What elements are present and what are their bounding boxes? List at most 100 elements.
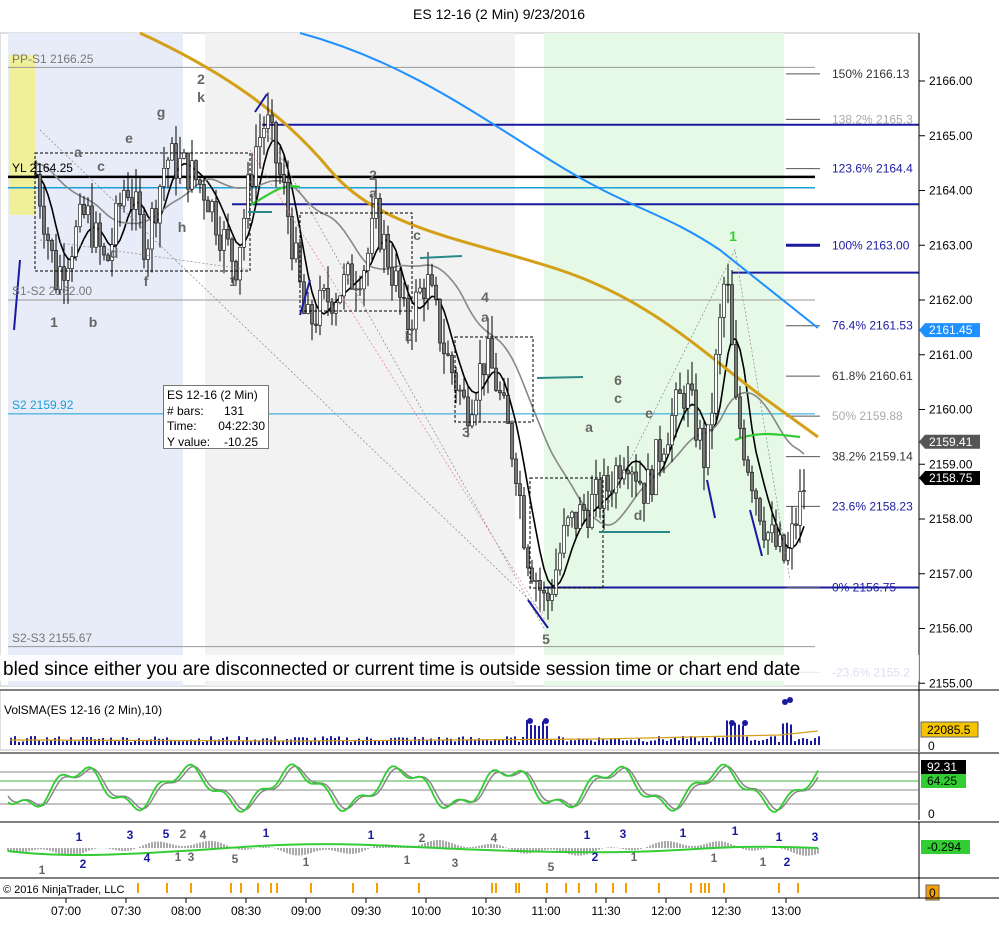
- volume-bar: [534, 725, 536, 745]
- candle-body: [638, 480, 642, 484]
- candle-body: [78, 203, 82, 228]
- candle-body: [418, 287, 422, 293]
- candle-body: [758, 498, 762, 522]
- candle-body: [482, 363, 486, 376]
- event-marker: [376, 883, 378, 893]
- time-tick-label: 08:00: [171, 904, 201, 918]
- oscillator-label: 1: [776, 830, 783, 844]
- volume-bar: [710, 741, 712, 745]
- candle-body: [738, 396, 742, 429]
- candle-body: [422, 287, 426, 300]
- stoch-zero-label: 0: [928, 807, 935, 821]
- volume-bar: [602, 739, 604, 745]
- candle-body: [718, 317, 722, 355]
- event-marker: [495, 883, 497, 893]
- volume-bar: [26, 738, 28, 745]
- volume-bar: [202, 741, 204, 745]
- volume-bar: [222, 738, 224, 745]
- volume-bar: [538, 725, 540, 745]
- volume-bar: [586, 739, 588, 745]
- candle-body: [362, 270, 366, 290]
- volume-bar: [66, 740, 68, 745]
- time-tick-label: 12:00: [651, 904, 681, 918]
- event-marker: [690, 883, 692, 893]
- oscillator-label: 3: [812, 830, 819, 844]
- oscillator-label: 3: [452, 856, 459, 870]
- volume-bar: [262, 738, 264, 745]
- event-marker: [658, 883, 660, 893]
- candle-body: [510, 423, 514, 460]
- candle-body: [342, 274, 346, 297]
- oscillator-label: 5: [163, 827, 170, 841]
- oscillator-label: 4: [491, 831, 498, 845]
- oscillator-label: 1: [368, 828, 375, 842]
- candle-body: [474, 399, 478, 416]
- volume-bar: [702, 737, 704, 745]
- volume-bar: [110, 737, 112, 745]
- candle-body: [46, 233, 50, 241]
- info-bars-value: 131: [224, 403, 245, 418]
- oscillator-wave-labels: 1 3 5 2 4 1 1 2 4 1 3 1 1 1 32 4 1 3 5 1 1 3 52 1 1 1 21: [39, 824, 819, 877]
- bottom-indicator-panel: © 2016 NinjaTrader, LLC 0: [0, 877, 999, 901]
- candle-body: [254, 146, 258, 187]
- candle-body: [614, 465, 618, 494]
- event-marker: [310, 883, 312, 893]
- info-time-value: 04:22:30: [218, 419, 265, 433]
- candle-body: [790, 523, 794, 549]
- volume-bar: [326, 738, 328, 745]
- candle-body: [398, 270, 402, 298]
- volume-bar: [802, 738, 804, 745]
- wave-label: d: [110, 245, 119, 261]
- volume-bar: [22, 741, 24, 745]
- candle-body: [626, 469, 630, 475]
- volume-bar: [50, 740, 52, 745]
- candle-body: [186, 152, 190, 190]
- oscillator-label: 1: [175, 850, 182, 864]
- volume-bar: [462, 736, 464, 745]
- oscillator-label: 1: [760, 855, 767, 869]
- candle-body: [770, 524, 774, 534]
- candle-body: [662, 453, 666, 462]
- candle-body: [70, 256, 74, 269]
- volume-bar: [290, 739, 292, 745]
- event-marker: [778, 883, 780, 893]
- volume-bar: [178, 741, 180, 745]
- volume-bar: [674, 737, 676, 745]
- wave-label: b: [89, 314, 98, 330]
- volume-bar: [638, 738, 640, 745]
- info-instrument: ES 12-16 (2 Min): [167, 388, 258, 402]
- info-y-label: Y value:: [167, 434, 211, 449]
- volume-spike-dot: [543, 718, 549, 724]
- candle-body: [126, 190, 130, 198]
- volume-panel-label: VolSMA(ES 12-16 (2 Min),10): [4, 703, 162, 717]
- wave-label: 2: [197, 71, 205, 87]
- volume-bar: [470, 737, 472, 745]
- event-marker: [625, 883, 627, 893]
- volume-bar: [458, 737, 460, 745]
- candle-body: [462, 389, 466, 398]
- volume-bar: [518, 741, 520, 745]
- candle-body: [766, 532, 770, 541]
- volume-bar: [370, 738, 372, 745]
- volume-bar: [794, 741, 796, 745]
- candle-body: [102, 245, 106, 256]
- candle-body: [354, 288, 358, 291]
- volume-bar: [242, 741, 244, 745]
- price-tick-label: 2157.00: [929, 567, 973, 581]
- volume-panel: VolSMA(ES 12-16 (2 Min),10) 22085.5 0: [0, 689, 999, 753]
- candle-body: [530, 567, 534, 582]
- price-tick-label: 2166.00: [929, 74, 973, 88]
- candle-body: [442, 342, 446, 355]
- candle-body: [774, 524, 778, 547]
- oscillator-label: 2: [784, 855, 791, 869]
- volume-bar: [106, 741, 108, 745]
- candle-body: [566, 517, 570, 526]
- candle-body: [270, 114, 274, 123]
- volume-bar: [166, 737, 168, 745]
- candle-body: [138, 191, 142, 216]
- volume-bar: [186, 740, 188, 745]
- candle-body: [654, 439, 658, 495]
- candle-body: [190, 160, 194, 190]
- volume-bar: [738, 724, 740, 745]
- volume-bar: [390, 738, 392, 745]
